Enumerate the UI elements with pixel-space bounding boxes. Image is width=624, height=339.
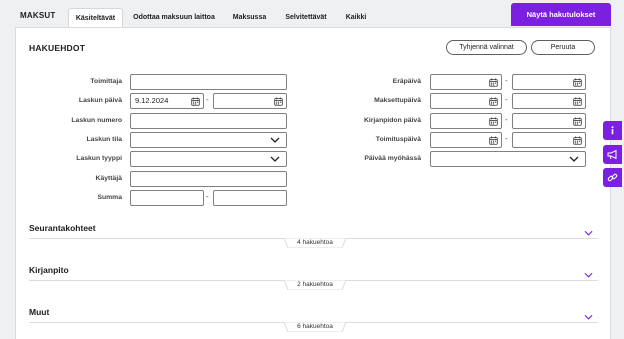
range-separator: - [505,134,508,143]
due-date-label: Eräpäivä [392,78,421,85]
calendar-icon[interactable] [489,136,498,145]
delivery-date-from-input[interactable] [430,132,502,148]
chevron-down-icon [270,155,280,163]
invoice-number-input[interactable] [130,113,287,129]
show-results-button[interactable]: Näytä hakutulokset [511,3,611,26]
section-count-badge: 2 hakuehtoa [284,280,346,290]
panel-title: HAKUEHDOT [29,43,86,53]
supplier-input[interactable] [130,74,287,90]
clear-selections-button[interactable]: Tyhjennä valinnat [446,40,527,55]
calendar-icon[interactable] [489,78,498,87]
booking-date-from-input[interactable] [430,113,502,129]
calendar-icon[interactable] [274,97,283,106]
link-button[interactable] [603,168,622,187]
invoice-date-to-input[interactable] [213,93,287,109]
chevron-down-icon[interactable] [584,314,593,320]
tab-maksussa[interactable]: Maksussa [227,8,272,27]
info-button[interactable] [603,121,622,140]
calendar-icon[interactable] [573,97,582,106]
tab-selvitettavat[interactable]: Selvitettävät [280,8,332,27]
chevron-down-icon [569,155,579,163]
app-title: MAKSUT [20,11,56,20]
search-criteria-panel: HAKUEHDOT Tyhjennä valinnat Peruuta Toim… [15,27,611,339]
delivery-date-label: Toimituspäivä [375,136,421,143]
feedback-button[interactable] [603,145,622,164]
invoice-date-from-input[interactable]: 9.12.2024 [130,93,204,109]
supplier-label: Toimittaja [90,78,122,85]
amount-label: Summa [97,194,122,201]
section-count-label: 4 hakuehtoa [297,239,333,246]
section-title-kirjanpito[interactable]: Kirjanpito [29,265,69,275]
calendar-icon[interactable] [489,117,498,126]
range-separator: - [505,95,508,104]
cancel-button[interactable]: Peruuta [531,40,595,55]
section-count-badge: 4 hakuehtoa [284,238,346,248]
user-label: Käyttäjä [95,175,122,182]
section-count-label: 6 hakuehtoa [297,323,333,330]
chevron-down-icon[interactable] [584,230,593,236]
invoice-status-label: Laskun tila [86,136,122,143]
tab-odottaa-maksuun-laittoa[interactable]: Odottaa maksuun laittoa [129,8,219,27]
section-title-muut[interactable]: Muut [29,307,49,317]
paid-date-label: Maksettupäivä [374,97,421,104]
info-icon [611,126,614,135]
invoice-status-select[interactable] [130,132,287,148]
tab-kaikki[interactable]: Kaikki [340,8,372,27]
range-separator: - [206,95,209,104]
section-title-seurantakohteet[interactable]: Seurantakohteet [29,223,96,233]
calendar-icon[interactable] [573,117,582,126]
due-date-to-input[interactable] [512,74,586,90]
late-days-label: Päivää myöhässä [364,155,421,162]
due-date-from-input[interactable] [430,74,502,90]
chevron-down-icon [270,136,280,144]
late-days-select[interactable] [430,151,586,167]
section-count-badge: 6 hakuehtoa [284,322,346,332]
invoice-date-from-value: 9.12.2024 [135,96,169,105]
paid-date-to-input[interactable] [512,93,586,109]
paid-date-from-input[interactable] [430,93,502,109]
invoice-type-select[interactable] [130,151,287,167]
chevron-down-icon[interactable] [584,272,593,278]
booking-date-label: Kirjanpidon päivä [363,117,421,124]
calendar-icon[interactable] [573,78,582,87]
calendar-icon[interactable] [489,97,498,106]
tab-kasiteltavat[interactable]: Käsiteltävät [68,8,123,27]
link-icon [607,173,618,182]
amount-from-input[interactable] [130,190,204,206]
range-separator: - [206,192,209,201]
invoice-number-label: Laskun numero [71,117,122,124]
range-separator: - [505,76,508,85]
megaphone-icon [607,149,617,160]
amount-to-input[interactable] [213,190,287,206]
invoice-date-label: Laskun päivä [78,97,122,104]
top-bar: MAKSUT Käsiteltävät Odottaa maksuun lait… [0,0,624,27]
booking-date-to-input[interactable] [512,113,586,129]
delivery-date-to-input[interactable] [512,132,586,148]
invoice-type-label: Laskun tyyppi [76,155,122,162]
calendar-icon[interactable] [191,97,200,106]
section-count-label: 2 hakuehtoa [297,281,333,288]
calendar-icon[interactable] [573,136,582,145]
range-separator: - [505,115,508,124]
user-input[interactable] [130,171,287,187]
